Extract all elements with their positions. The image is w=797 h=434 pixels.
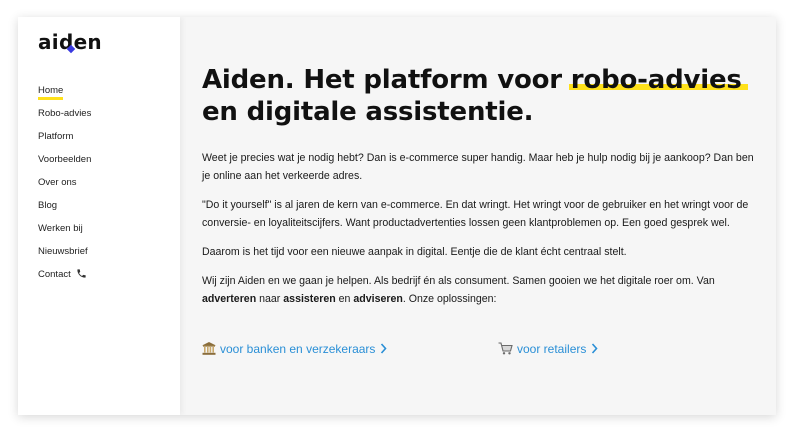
headline-part1: Aiden. Het platform voor: [202, 65, 571, 95]
sidebar-item-home[interactable]: Home: [38, 84, 91, 107]
solution-links: voor banken en verzekeraars voor retaile…: [202, 342, 762, 362]
headline-part2: en digitale assistentie.: [202, 97, 534, 127]
phone-icon: [76, 268, 87, 283]
sidebar-item-label: Over ons: [38, 177, 77, 188]
paragraph-4-text-end: . Onze oplossingen:: [402, 293, 497, 305]
sidebar-item-platform[interactable]: Platform: [38, 130, 91, 153]
paragraph-2: "Do it yourself" is al jaren de kern van…: [202, 199, 749, 229]
main-content: Aiden. Het platform voor robo-advies en …: [180, 17, 776, 415]
chevron-right-icon: [591, 343, 598, 357]
sidebar-item-label: Werken bij: [38, 223, 83, 234]
sidebar-item-nieuwsbrief[interactable]: Nieuwsbrief: [38, 245, 91, 268]
logo[interactable]: aiden: [38, 32, 102, 54]
sidebar-item-label: Blog: [38, 200, 58, 211]
bank-icon: [202, 342, 216, 358]
sidebar-item-blog[interactable]: Blog: [38, 199, 91, 222]
sidebar-item-label: Robo-advies: [38, 108, 92, 119]
keyword-adverteren: adverteren: [202, 293, 257, 305]
paragraph-4-text-mid2: en: [335, 293, 354, 305]
paragraph-3: Daarom is het tijd voor een nieuwe aanpa…: [202, 246, 627, 258]
paragraph-4-text-mid1: naar: [256, 293, 284, 305]
paragraph-4-text-a: Wij zijn Aiden en we gaan je helpen. Als…: [202, 275, 715, 287]
sidebar-item-robo-advies[interactable]: Robo-advies: [38, 107, 91, 130]
sidebar-item-label: Home: [38, 85, 64, 100]
paragraph-4: Wij zijn Aiden en we gaan je helpen. Als…: [202, 272, 762, 308]
retailers-link[interactable]: voor retailers: [498, 342, 598, 358]
sidebar-item-contact[interactable]: Contact: [38, 268, 91, 291]
banks-link-label: voor banken en verzekeraars: [220, 342, 376, 356]
sidebar-item-voorbeelden[interactable]: Voorbeelden: [38, 153, 91, 176]
retailers-link-label: voor retailers: [517, 342, 587, 356]
keyword-assisteren: assisteren: [283, 293, 336, 305]
keyword-adviseren: adviseren: [353, 293, 403, 305]
page-title: Aiden. Het platform voor robo-advies en …: [202, 64, 762, 128]
sidebar-item-over-ons[interactable]: Over ons: [38, 176, 91, 199]
page-frame: aiden Home Robo-advies Platform Voorbeel…: [18, 17, 776, 415]
sidebar-item-werken-bij[interactable]: Werken bij: [38, 222, 91, 245]
sidebar-nav: Home Robo-advies Platform Voorbeelden Ov…: [38, 84, 91, 291]
chevron-right-icon: [380, 343, 387, 357]
sidebar-item-label: Nieuwsbrief: [38, 246, 88, 257]
sidebar-item-label: Voorbeelden: [38, 154, 92, 165]
intro-text: Weet je precies wat je nodig hebt? Dan i…: [202, 149, 762, 319]
sidebar-item-label: Platform: [38, 131, 74, 142]
headline-highlight: robo-advies: [568, 65, 748, 95]
cart-icon: [498, 342, 513, 358]
banks-link[interactable]: voor banken en verzekeraars: [202, 342, 387, 358]
sidebar-item-label: Contact: [38, 269, 71, 280]
paragraph-1: Weet je precies wat je nodig hebt? Dan i…: [202, 152, 754, 182]
sidebar: aiden Home Robo-advies Platform Voorbeel…: [18, 17, 180, 415]
